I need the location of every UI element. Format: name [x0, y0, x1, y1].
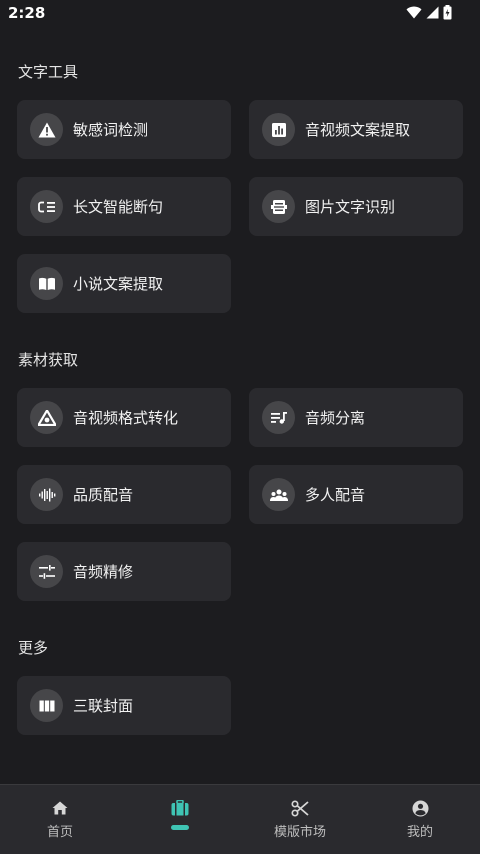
tab-mine[interactable]: 我的: [360, 785, 480, 854]
battery-icon: [443, 5, 452, 20]
warning-icon: [30, 113, 63, 146]
cellular-signal-icon: [426, 6, 439, 19]
tab-label: 模版市场: [273, 825, 326, 840]
tab-toolbox[interactable]: [120, 785, 240, 854]
open-book-icon: [30, 267, 63, 300]
active-tab-indicator: [171, 825, 189, 830]
card-label: 图片文字识别: [305, 198, 396, 216]
card-triple-cover[interactable]: 三联封面: [17, 676, 231, 735]
tab-label: 我的: [406, 825, 433, 840]
card-label: 敏感词检测: [73, 121, 149, 139]
card-image-ocr[interactable]: 图片文字识别: [249, 177, 463, 236]
card-label: 品质配音: [73, 486, 134, 504]
status-time: 2:28: [8, 4, 46, 22]
three-columns-icon: [30, 689, 63, 722]
wifi-icon: [406, 6, 422, 19]
bottom-tab-bar: 首页 模版市场 我的: [0, 784, 480, 854]
tune-sliders-icon: [30, 555, 63, 588]
convert-triangle-icon: [30, 401, 63, 434]
section-title-text-tools: 文字工具: [18, 63, 79, 81]
scissors-icon: [291, 799, 309, 817]
card-label: 长文智能断句: [73, 198, 164, 216]
card-av-script-extract[interactable]: 音视频文案提取: [249, 100, 463, 159]
home-icon: [52, 799, 68, 817]
music-list-icon: [262, 401, 295, 434]
card-novel-script-extract[interactable]: 小说文案提取: [17, 254, 231, 313]
text-split-icon: [30, 190, 63, 223]
section-title-materials: 素材获取: [18, 351, 79, 369]
document-scan-icon: [262, 190, 295, 223]
tab-label: 首页: [46, 825, 73, 840]
section-title-more: 更多: [18, 639, 49, 657]
card-audio-refine[interactable]: 音频精修: [17, 542, 231, 601]
card-label: 音频分离: [305, 409, 366, 427]
card-audio-separate[interactable]: 音频分离: [249, 388, 463, 447]
card-label: 音视频文案提取: [305, 121, 411, 139]
card-sensitive-word-check[interactable]: 敏感词检测: [17, 100, 231, 159]
card-label: 多人配音: [305, 486, 366, 504]
waveform-icon: [30, 478, 63, 511]
card-label: 三联封面: [73, 697, 134, 715]
card-label: 音视频格式转化: [73, 409, 179, 427]
card-av-format-convert[interactable]: 音视频格式转化: [17, 388, 231, 447]
status-icons: [406, 5, 452, 20]
status-bar: 2:28: [0, 0, 480, 28]
account-icon: [412, 799, 429, 817]
card-smart-sentence-split[interactable]: 长文智能断句: [17, 177, 231, 236]
card-label: 小说文案提取: [73, 275, 164, 293]
bar-chart-icon: [262, 113, 295, 146]
tab-home[interactable]: 首页: [0, 785, 120, 854]
group-people-icon: [262, 478, 295, 511]
card-quality-dubbing[interactable]: 品质配音: [17, 465, 231, 524]
card-label: 音频精修: [73, 563, 134, 581]
tab-template-market[interactable]: 模版市场: [240, 785, 360, 854]
card-multi-voice-dubbing[interactable]: 多人配音: [249, 465, 463, 524]
toolbox-icon: [171, 799, 189, 817]
